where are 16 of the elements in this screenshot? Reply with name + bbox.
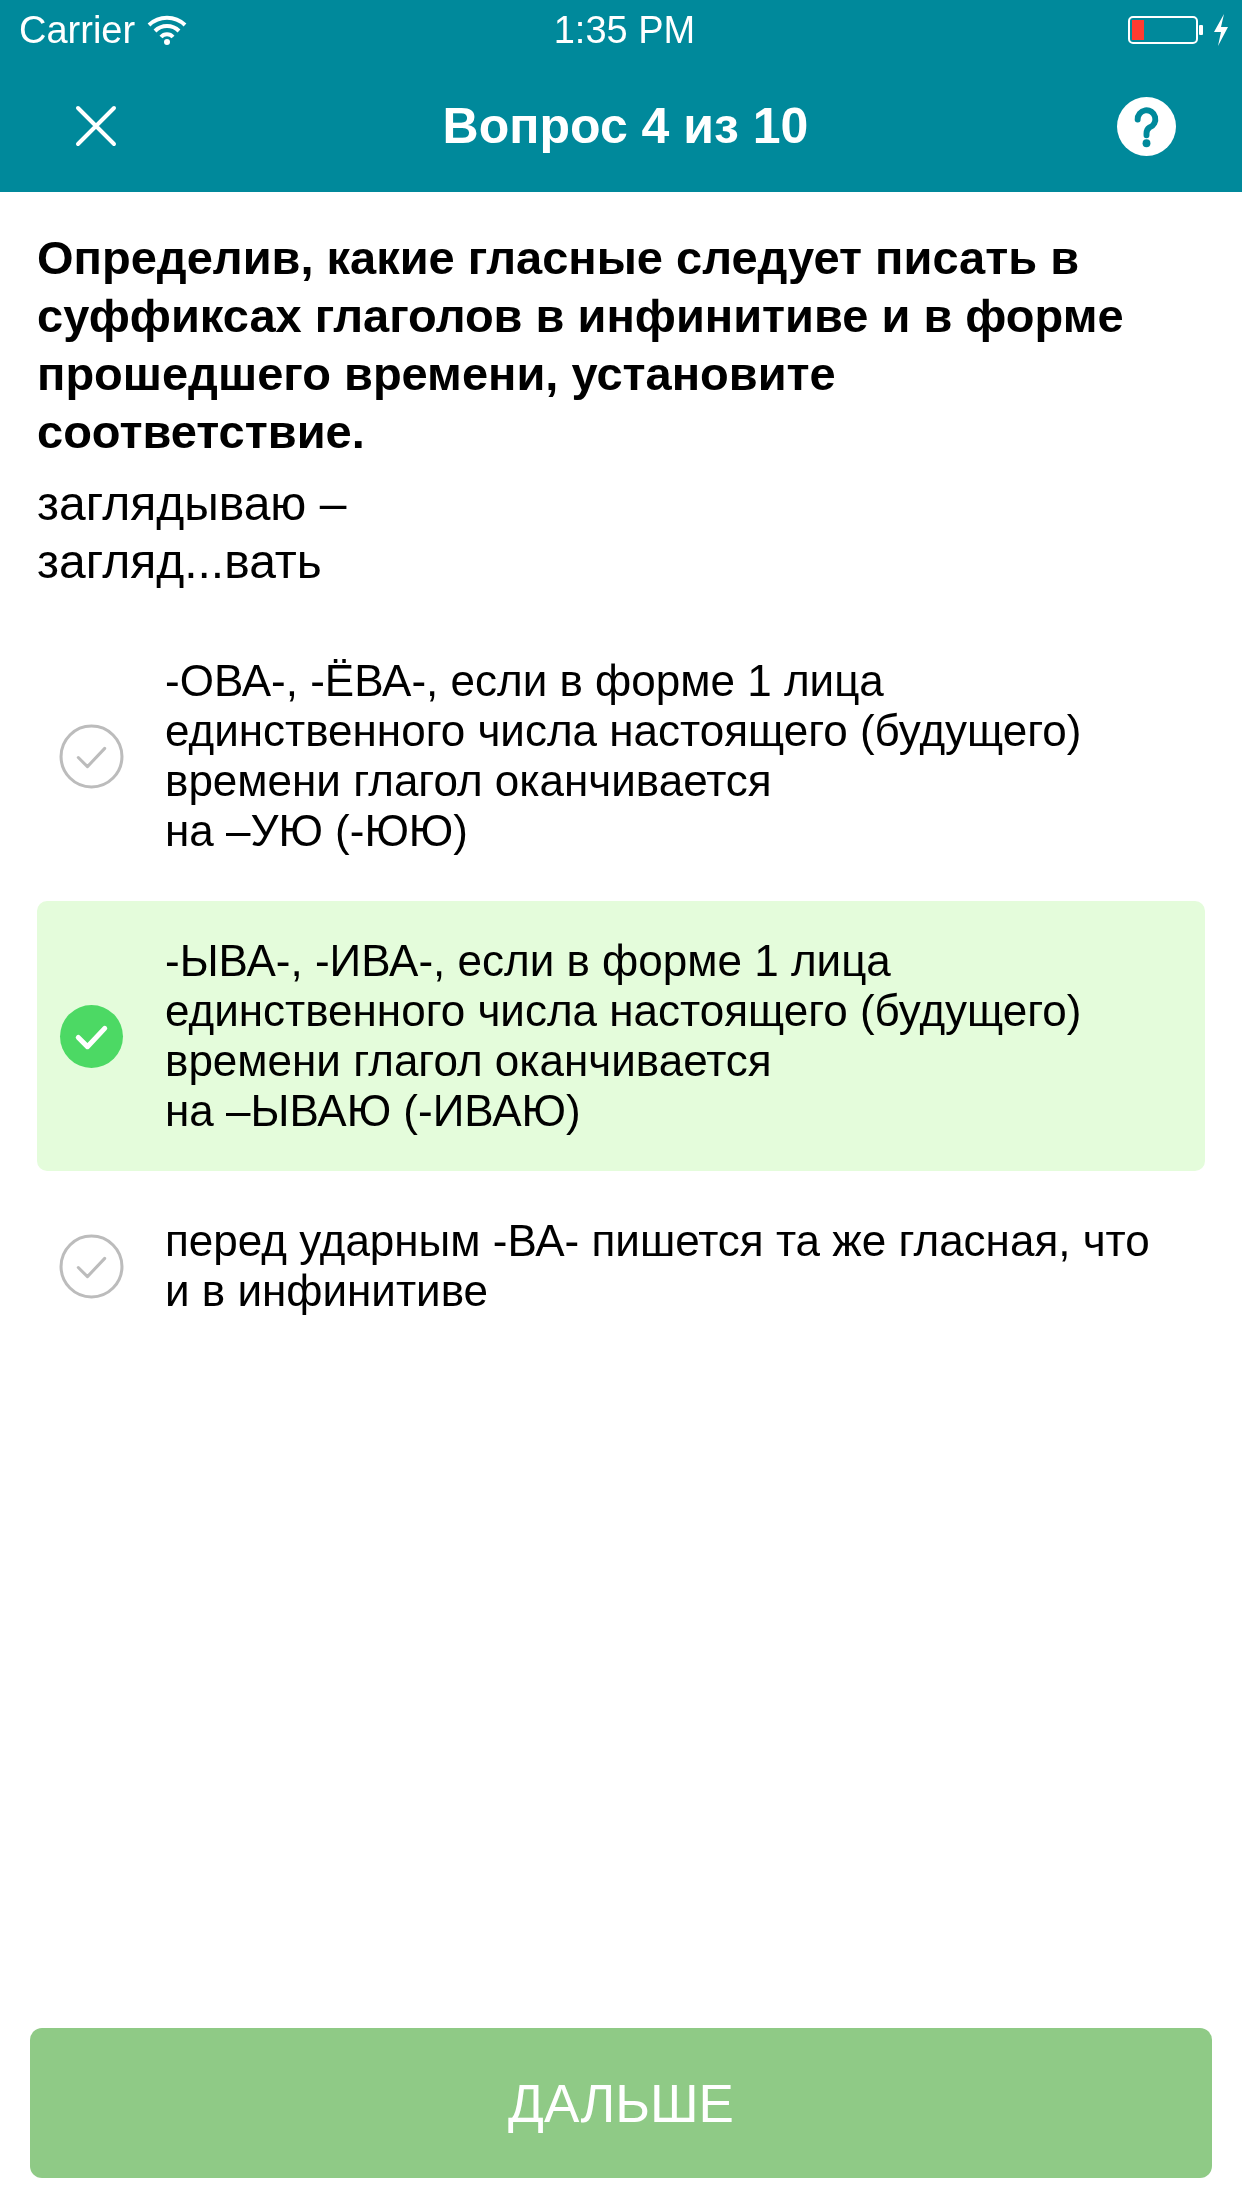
battery-icon bbox=[1128, 15, 1204, 45]
answer-option[interactable]: перед ударным -ВА- пишется та же гласная, что и в инфинитиве bbox=[37, 1181, 1205, 1351]
check-circle-icon bbox=[59, 723, 124, 789]
answer-option[interactable]: -ЫВА-, -ИВА-, если в форме 1 лица единственного числа настоящего (будущего) времени глагол оканчивается на –ЫВАЮ (-ИВАЮ) bbox=[37, 901, 1205, 1171]
answer-option[interactable]: -ОВА-, -ЁВА-, если в форме 1 лица единственного числа настоящего (будущего) времени глагол оканчивается на –УЮ (-ЮЮ) bbox=[37, 621, 1205, 891]
status-time: 1:35 PM bbox=[553, 8, 696, 52]
screen-title: Вопрос 4 из 10 bbox=[442, 97, 809, 155]
check-circle-icon bbox=[59, 1003, 124, 1069]
carrier-label: Carrier bbox=[19, 8, 136, 52]
example-text: заглядываю – загляд...вать bbox=[37, 476, 348, 590]
charging-bolt-icon bbox=[1212, 14, 1230, 46]
question-text: Определив, какие гласные следует писать в суффиксах глаголов в инфинитиве и в форме прошедшего времени, установите соответствие. bbox=[37, 230, 1125, 460]
check-circle-icon bbox=[59, 1233, 124, 1299]
help-icon[interactable] bbox=[1117, 96, 1176, 156]
wifi-icon bbox=[147, 15, 188, 45]
close-icon[interactable] bbox=[75, 105, 117, 147]
